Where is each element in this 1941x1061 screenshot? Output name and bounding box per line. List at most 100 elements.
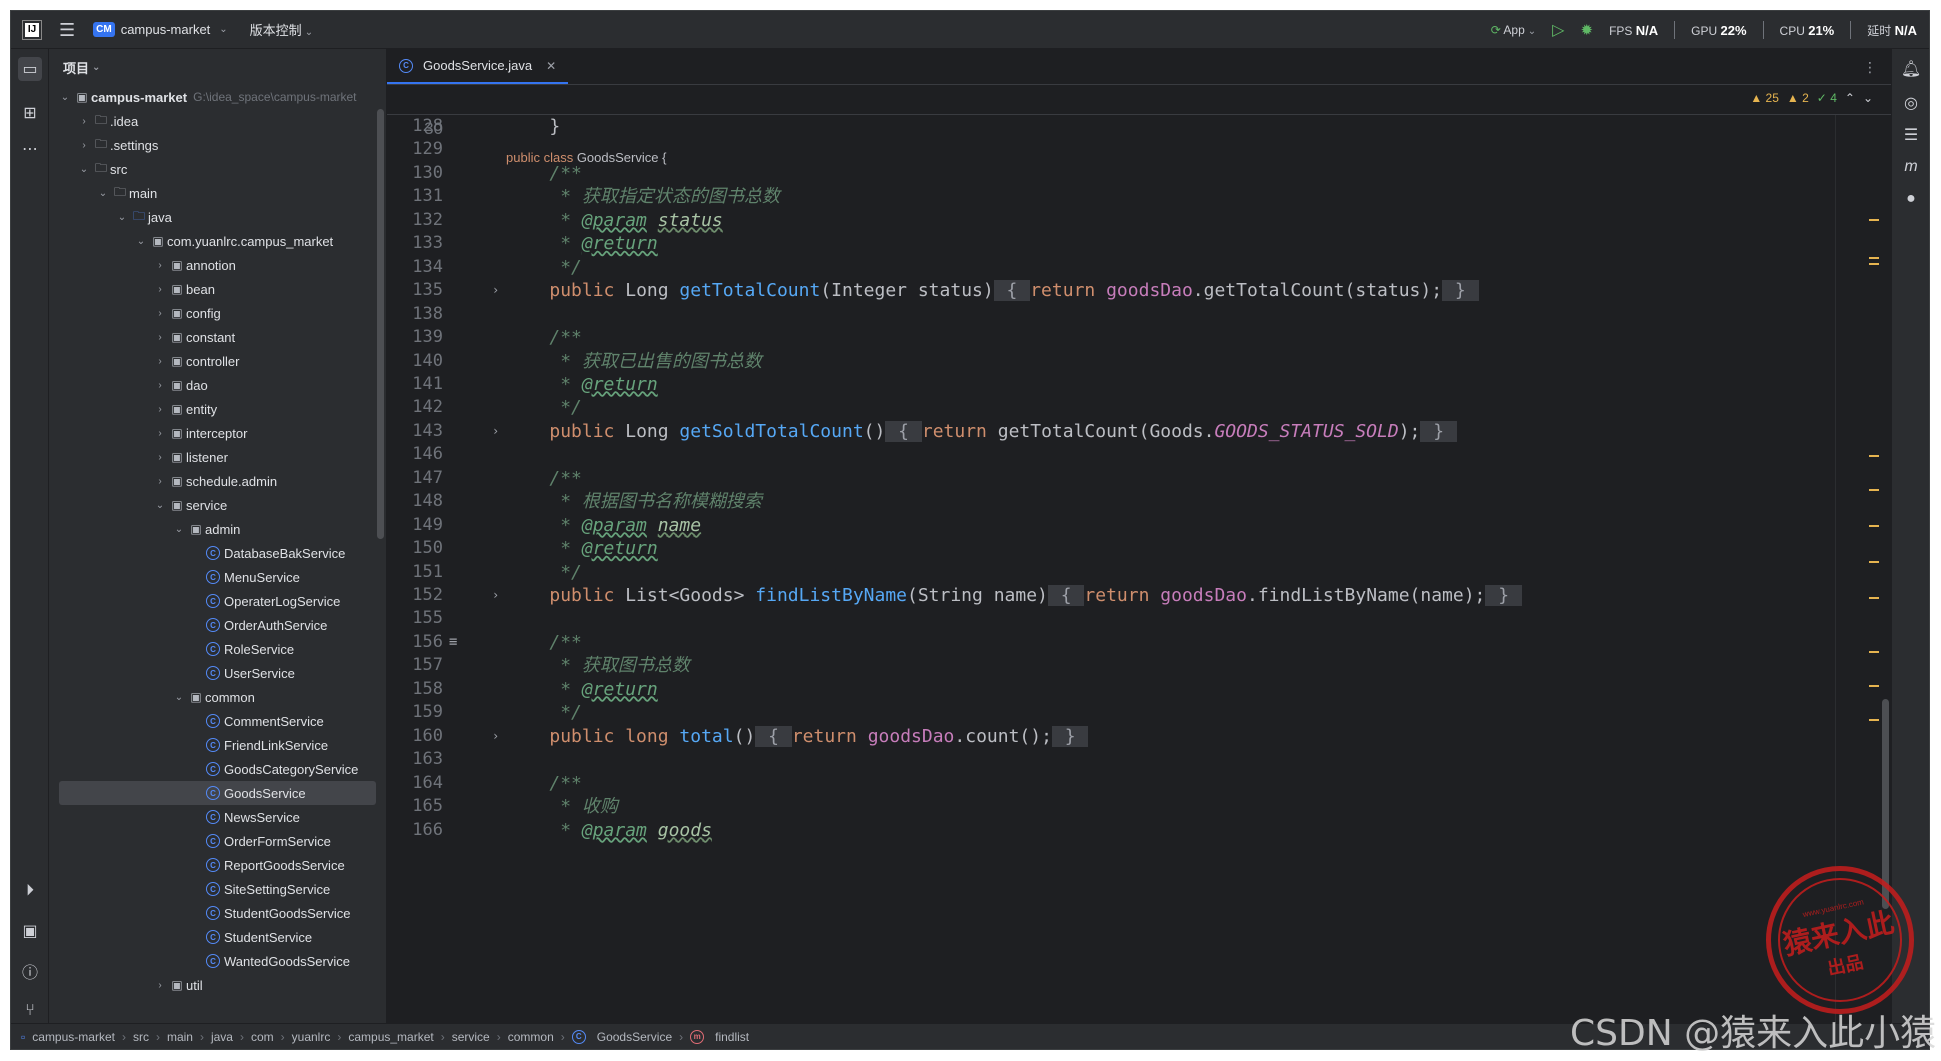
- tree-row[interactable]: › ▣ annotion: [49, 253, 376, 277]
- project-panel-header[interactable]: 项目 ⌄: [49, 49, 386, 85]
- line-number[interactable]: 156: [387, 631, 443, 654]
- code-text[interactable]: */: [506, 701, 582, 724]
- editor-scrollbar[interactable]: [1882, 699, 1889, 909]
- notifications-icon[interactable]: 🔔︎: [1899, 57, 1923, 81]
- line-number[interactable]: 155: [387, 607, 443, 630]
- code-text[interactable]: * 根据图书名称模糊搜索: [506, 490, 762, 513]
- code-line[interactable]: 157 * 获取图书总数: [387, 654, 1891, 677]
- chevron-down-icon[interactable]: ⌄: [133, 236, 149, 247]
- chevron-right-icon[interactable]: ›: [152, 284, 168, 295]
- line-number[interactable]: 164: [387, 772, 443, 795]
- line-number[interactable]: 142: [387, 396, 443, 419]
- line-number[interactable]: 163: [387, 748, 443, 771]
- code-line[interactable]: 138: [387, 303, 1891, 326]
- code-text[interactable]: * 获取图书总数: [506, 654, 690, 677]
- code-line[interactable]: 160 › public long total() { return goodsD…: [387, 725, 1891, 748]
- line-number[interactable]: 140: [387, 350, 443, 373]
- doc-render-icon[interactable]: ≡: [449, 631, 457, 654]
- chevron-down-icon[interactable]: ⌄: [171, 692, 187, 703]
- line-number[interactable]: 143: [387, 420, 443, 443]
- tree-row[interactable]: › ▣ util: [49, 973, 376, 997]
- line-number[interactable]: 141: [387, 373, 443, 396]
- tree-row[interactable]: C FriendLinkService: [49, 733, 376, 757]
- error-stripe-mark[interactable]: [1869, 561, 1879, 563]
- chevron-right-icon[interactable]: ›: [152, 380, 168, 391]
- tab-goods-service[interactable]: C GoodsService.java ✕: [387, 49, 569, 84]
- code-line[interactable]: 134 */: [387, 256, 1891, 279]
- services-icon[interactable]: ⏵: [18, 879, 42, 903]
- tree-row[interactable]: › ▣ bean: [49, 277, 376, 301]
- breadcrumb-item[interactable]: main: [167, 1030, 193, 1044]
- maven-icon[interactable]: m: [1899, 155, 1923, 179]
- database-icon[interactable]: ☰: [1899, 123, 1923, 147]
- tree-row[interactable]: ⌄ 🗀︎ main: [49, 181, 376, 205]
- code-line[interactable]: 133 * @return: [387, 232, 1891, 255]
- chevron-right-icon[interactable]: ›: [152, 332, 168, 343]
- tree-row[interactable]: › ▣ listener: [49, 445, 376, 469]
- error-stripe-mark[interactable]: [1869, 263, 1879, 265]
- code-text[interactable]: * @return: [506, 232, 658, 255]
- code-line[interactable]: 148 * 根据图书名称模糊搜索: [387, 490, 1891, 513]
- tree-row[interactable]: › ▣ dao: [49, 373, 376, 397]
- code-text[interactable]: }: [506, 115, 560, 138]
- code-text[interactable]: */: [506, 396, 582, 419]
- code-text[interactable]: * 获取指定状态的图书总数: [506, 185, 780, 208]
- tree-row[interactable]: C OrderAuthService: [49, 613, 376, 637]
- code-text[interactable]: /**: [506, 631, 582, 654]
- tree-row[interactable]: C StudentService: [49, 925, 376, 949]
- line-number[interactable]: 157: [387, 654, 443, 677]
- line-number[interactable]: 150: [387, 537, 443, 560]
- inspection-widget[interactable]: ▲ 25 ▲ 2 ✓ 4 ⌃ ⌄: [1750, 91, 1873, 105]
- line-number[interactable]: 159: [387, 701, 443, 724]
- code-text[interactable]: * @return: [506, 373, 658, 396]
- breadcrumb-item[interactable]: com: [251, 1030, 274, 1044]
- code-line[interactable]: 147 /**: [387, 467, 1891, 490]
- code-text[interactable]: * @param name: [506, 514, 701, 537]
- error-stripe-mark[interactable]: [1869, 257, 1879, 259]
- tree-row[interactable]: C DatabaseBakService: [49, 541, 376, 565]
- chevron-down-icon[interactable]: ⌄: [171, 524, 187, 535]
- line-number[interactable]: 158: [387, 678, 443, 701]
- line-number[interactable]: 147: [387, 467, 443, 490]
- code-text[interactable]: public class GoodsService {: [506, 143, 666, 172]
- breadcrumb-item[interactable]: campus-market: [32, 1030, 115, 1044]
- error-stripe-mark[interactable]: [1869, 685, 1879, 687]
- code-text[interactable]: * 获取已出售的图书总数: [506, 350, 762, 373]
- code-text[interactable]: */: [506, 256, 582, 279]
- code-line[interactable]: 156 ≡ /**: [387, 631, 1891, 654]
- code-line[interactable]: 152 › public List<Goods> findListByName(S…: [387, 584, 1891, 607]
- code-text[interactable]: /**: [506, 467, 582, 490]
- tree-row[interactable]: C WantedGoodsService: [49, 949, 376, 973]
- chevron-down-icon[interactable]: ⌄: [114, 212, 130, 223]
- plugin-icon[interactable]: ●: [1899, 187, 1923, 211]
- code-line[interactable]: 131 * 获取指定状态的图书总数: [387, 185, 1891, 208]
- tree-row[interactable]: C UserService: [49, 661, 376, 685]
- code-text[interactable]: */: [506, 561, 582, 584]
- fold-chevron-icon[interactable]: ›: [492, 584, 499, 607]
- line-number[interactable]: 148: [387, 490, 443, 513]
- chevron-right-icon[interactable]: ›: [152, 476, 168, 487]
- breadcrumb-item[interactable]: common: [508, 1030, 554, 1044]
- code-text[interactable]: public List<Goods> findListByName(String…: [506, 584, 1522, 607]
- tree-row[interactable]: C OrderFormService: [49, 829, 376, 853]
- problems-icon[interactable]: ⓘ: [18, 959, 42, 983]
- breadcrumb-item[interactable]: campus_market: [348, 1030, 433, 1044]
- code-line[interactable]: 135 › public Long getTotalCount(Integer s…: [387, 279, 1891, 302]
- fold-chevron-icon[interactable]: ›: [492, 279, 499, 302]
- code-line[interactable]: 143 › public Long getSoldTotalCount() { r…: [387, 420, 1891, 443]
- tree-row[interactable]: C NewsService: [49, 805, 376, 829]
- error-stripe-mark[interactable]: [1869, 489, 1879, 491]
- breadcrumb-item[interactable]: yuanlrc: [292, 1030, 331, 1044]
- more-icon[interactable]: ⋯: [18, 137, 42, 161]
- code-text[interactable]: public Long getTotalCount(Integer status…: [506, 279, 1479, 302]
- chevron-down-icon[interactable]: ⌄: [76, 164, 92, 175]
- code-line[interactable]: 165 * 收购: [387, 795, 1891, 818]
- code-text[interactable]: * @param status: [506, 209, 723, 232]
- tree-row[interactable]: C GoodsService: [59, 781, 376, 805]
- line-number[interactable]: 139: [387, 326, 443, 349]
- line-number[interactable]: 135: [387, 279, 443, 302]
- error-stripe-mark[interactable]: [1869, 219, 1879, 221]
- tree-row[interactable]: › ▣ schedule.admin: [49, 469, 376, 493]
- code-line[interactable]: 166 * @param goods: [387, 819, 1891, 842]
- project-folder-icon[interactable]: ▭: [18, 57, 42, 81]
